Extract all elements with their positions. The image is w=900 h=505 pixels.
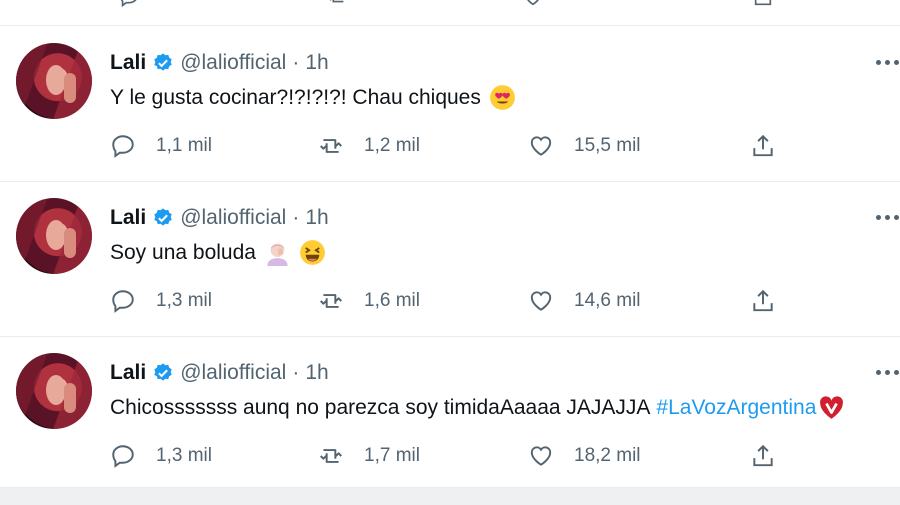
reply-icon bbox=[120, 0, 137, 8]
share-icon bbox=[753, 444, 773, 467]
more-icon[interactable] bbox=[876, 60, 900, 66]
timeline-gap bbox=[0, 488, 900, 505]
previous-tweet-actions-cutoff bbox=[0, 0, 900, 22]
reply-button[interactable]: 1,3 mil bbox=[110, 286, 212, 316]
author-name[interactable]: Lali bbox=[110, 206, 146, 230]
facepalm-emoji bbox=[267, 243, 288, 266]
retweet-icon bbox=[329, 0, 344, 3]
author-name[interactable]: Lali bbox=[110, 51, 146, 75]
author-handle[interactable]: @laliofficial bbox=[180, 206, 286, 230]
share-button[interactable] bbox=[750, 441, 776, 471]
tweet-text: Soy una boluda bbox=[110, 239, 326, 266]
tweet[interactable]: Lali @laliofficial · 1h Soy una boluda 1… bbox=[0, 181, 900, 336]
retweet-count: 1,2 mil bbox=[364, 135, 420, 156]
tweet-actions: 1,1 mil 1,2 mil 15,5 mil bbox=[110, 131, 790, 161]
like-icon bbox=[527, 0, 539, 6]
laughing-emoji bbox=[300, 240, 325, 265]
share-icon bbox=[753, 134, 773, 157]
tweet-text-content: Soy una boluda bbox=[110, 240, 256, 264]
retweet-icon bbox=[320, 294, 342, 308]
reply-count: 1,3 mil bbox=[156, 445, 212, 466]
like-count: 18,2 mil bbox=[574, 445, 641, 466]
retweet-button[interactable]: 1,6 mil bbox=[318, 286, 420, 316]
reply-icon bbox=[112, 290, 134, 313]
avatar[interactable] bbox=[16, 198, 92, 274]
heart-eyes-emoji bbox=[489, 85, 515, 110]
verified-badge-icon bbox=[154, 208, 172, 226]
like-button[interactable]: 14,6 mil bbox=[528, 286, 641, 316]
reply-count: 1,1 mil bbox=[156, 135, 212, 156]
share-button[interactable] bbox=[750, 286, 776, 316]
retweet-count: 1,7 mil bbox=[364, 445, 420, 466]
tweet-header: Lali @laliofficial · 1h bbox=[110, 50, 329, 76]
tweet-header: Lali @laliofficial · 1h bbox=[110, 205, 329, 231]
tweet-text: Y le gusta cocinar?!?!?!?! Chau chiques bbox=[110, 84, 516, 111]
tweet-time[interactable]: 1h bbox=[305, 51, 328, 75]
tweet-actions: 1,3 mil 1,7 mil 18,2 mil bbox=[110, 441, 790, 471]
share-icon bbox=[753, 289, 773, 312]
avatar[interactable] bbox=[16, 353, 92, 429]
tweet-text: Chicosssssss aunq no parezca soy timidaA… bbox=[110, 394, 845, 421]
more-icon[interactable] bbox=[876, 370, 900, 376]
reply-count: 1,3 mil bbox=[156, 290, 212, 311]
share-button[interactable] bbox=[750, 131, 776, 161]
retweet-button[interactable]: 1,7 mil bbox=[318, 441, 420, 471]
retweet-icon bbox=[320, 139, 342, 153]
tweet[interactable]: Lali @laliofficial · 1h Y le gusta cocin… bbox=[0, 26, 900, 181]
tweet-time[interactable]: 1h bbox=[305, 206, 328, 230]
separator-dot: · bbox=[292, 206, 300, 229]
more-icon[interactable] bbox=[876, 215, 900, 221]
like-button[interactable]: 15,5 mil bbox=[528, 131, 641, 161]
la-voz-heart-emoji bbox=[820, 396, 844, 419]
like-count: 15,5 mil bbox=[574, 135, 641, 156]
reply-icon bbox=[112, 135, 134, 158]
author-handle[interactable]: @laliofficial bbox=[180, 51, 286, 75]
tweet[interactable]: Lali @laliofficial · 1h Chicosssssss aun… bbox=[0, 336, 900, 491]
share-icon bbox=[754, 0, 772, 6]
retweet-button[interactable]: 1,2 mil bbox=[318, 131, 420, 161]
author-handle[interactable]: @laliofficial bbox=[180, 361, 286, 385]
reply-button[interactable]: 1,1 mil bbox=[110, 131, 212, 161]
retweet-count: 1,6 mil bbox=[364, 290, 420, 311]
separator-dot: · bbox=[292, 361, 300, 384]
reply-icon bbox=[112, 445, 134, 468]
separator-dot: · bbox=[292, 51, 300, 74]
reply-button[interactable]: 1,3 mil bbox=[110, 441, 212, 471]
like-button[interactable]: 18,2 mil bbox=[528, 441, 641, 471]
author-name[interactable]: Lali bbox=[110, 361, 146, 385]
like-icon bbox=[530, 291, 552, 311]
hashtag-link[interactable]: #LaVozArgentina bbox=[656, 396, 816, 420]
tweet-text-content: Y le gusta cocinar?!?!?!?! Chau chiques bbox=[110, 85, 481, 109]
tweet-time[interactable]: 1h bbox=[305, 361, 328, 385]
verified-badge-icon bbox=[154, 363, 172, 381]
verified-badge-icon bbox=[154, 53, 172, 71]
tweet-text-content: Chicosssssss aunq no parezca soy timidaA… bbox=[110, 395, 651, 419]
like-count: 14,6 mil bbox=[574, 290, 641, 311]
avatar[interactable] bbox=[16, 43, 92, 119]
like-icon bbox=[530, 446, 552, 466]
tweet-header: Lali @laliofficial · 1h bbox=[110, 360, 329, 386]
like-icon bbox=[530, 136, 552, 156]
tweet-actions: 1,3 mil 1,6 mil 14,6 mil bbox=[110, 286, 790, 316]
retweet-icon bbox=[320, 449, 342, 463]
